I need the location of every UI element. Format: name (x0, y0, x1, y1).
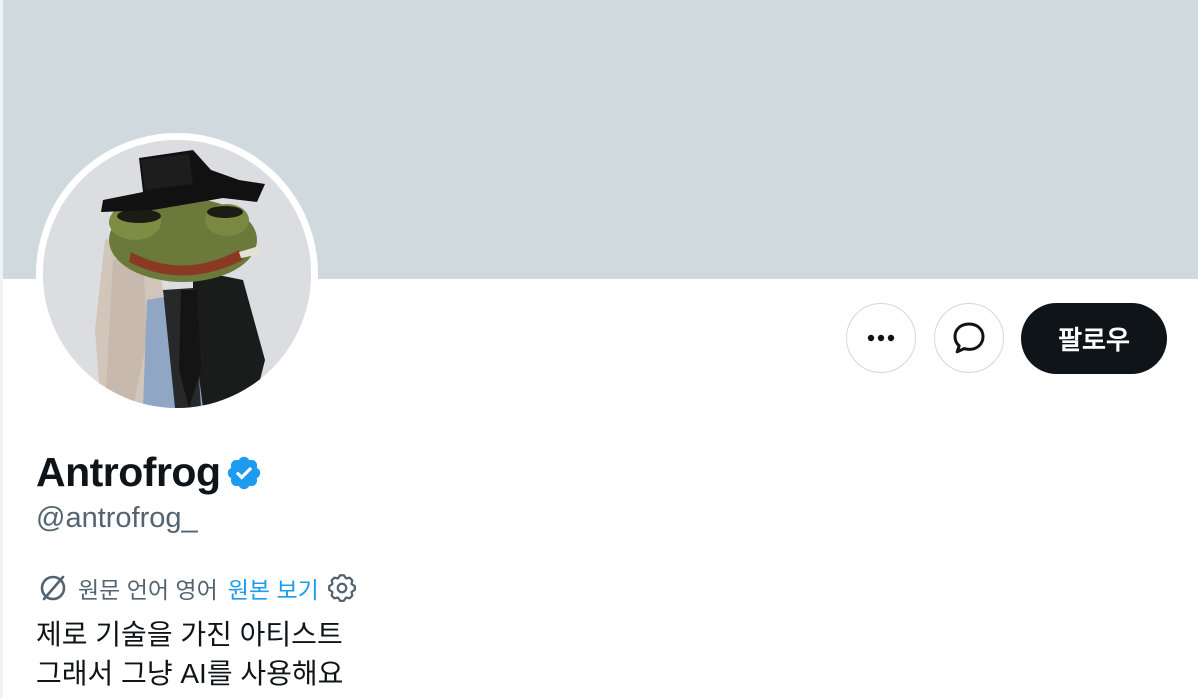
message-button[interactable] (934, 303, 1004, 373)
more-button[interactable] (846, 303, 916, 373)
profile-handle: @antrofrog_ (36, 502, 198, 534)
source-language-text: 원문 언어 영어 (78, 577, 218, 603)
display-name: Antrofrog (36, 448, 221, 495)
bio-line-1: 제로 기술을 가진 아티스트 (36, 619, 343, 650)
avatar-image (43, 140, 311, 408)
gear-icon[interactable] (327, 573, 357, 603)
display-name-row: Antrofrog (36, 446, 263, 498)
verified-badge-icon[interactable] (225, 454, 263, 492)
more-icon (867, 334, 895, 342)
message-bubble-icon (953, 322, 985, 354)
profile-avatar[interactable] (36, 133, 318, 415)
follow-button[interactable]: 팔로우 (1021, 303, 1167, 374)
translate-off-icon (36, 571, 70, 605)
translation-notice: 원문 언어 영어 원본 보기 (36, 570, 357, 606)
profile-page: 팔로우 Antrofrog @antrofrog_ 원문 언어 영어 원본 보기… (0, 0, 1198, 698)
bio-line-2: 그래서 그냥 AI를 사용해요 (36, 658, 344, 689)
view-original-link[interactable]: 원본 보기 (228, 571, 319, 605)
